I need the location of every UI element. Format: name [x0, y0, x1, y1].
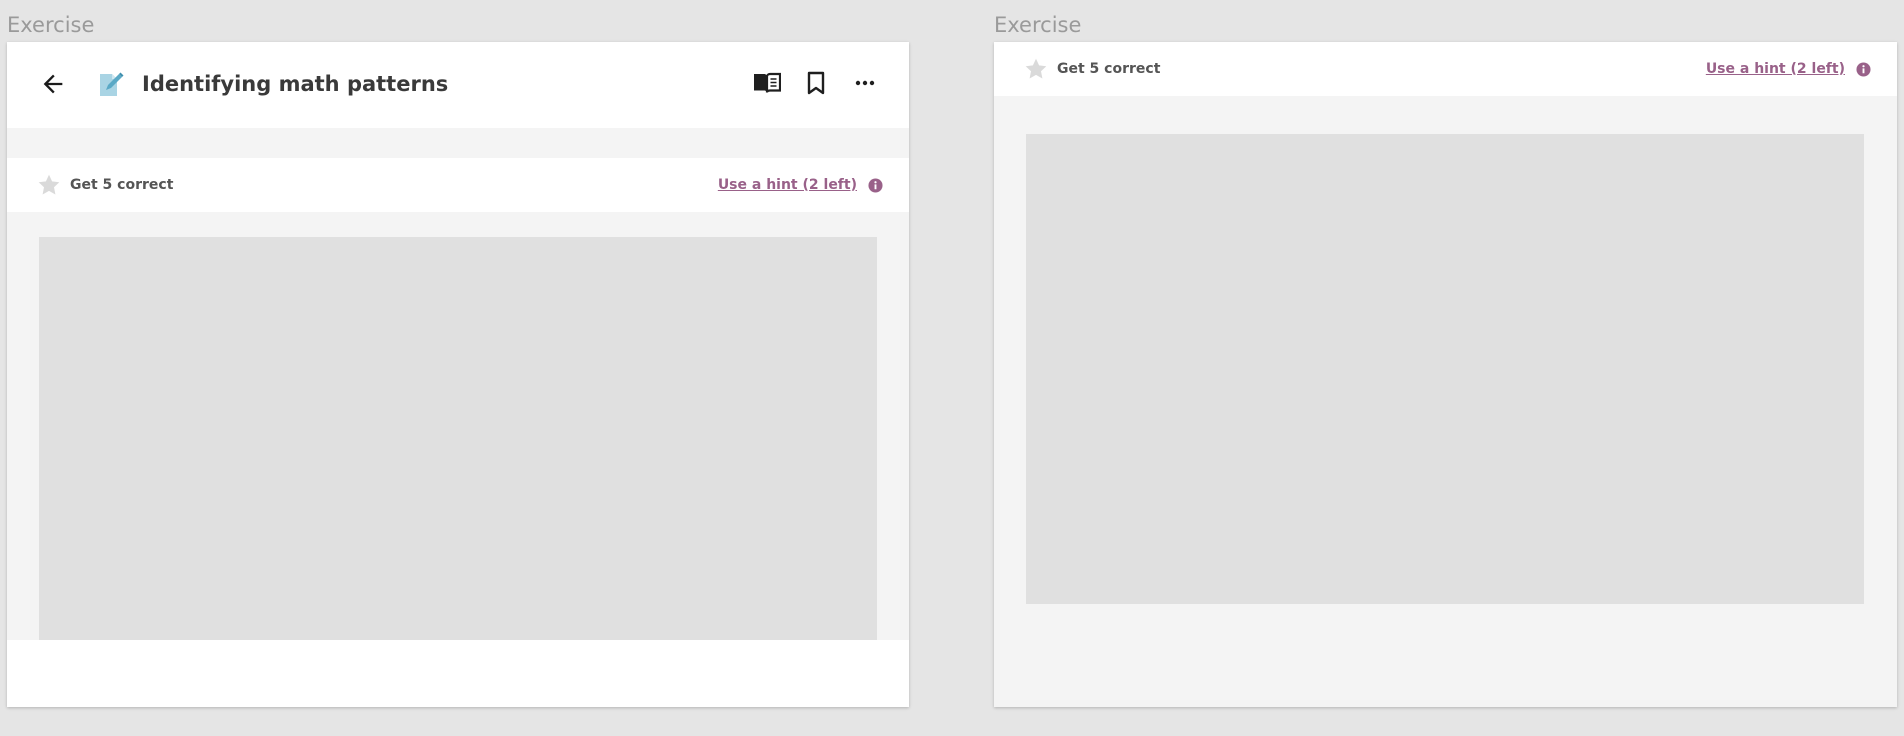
bottom-bar: [7, 640, 909, 707]
star-icon: [38, 174, 60, 195]
goal-text: Get 5 correct: [1057, 61, 1161, 77]
frame-label: Exercise: [7, 13, 95, 37]
use-hint-link[interactable]: Use a hint (2 left): [718, 176, 857, 194]
exercise-frame-compact: Get 5 correct Use a hint (2 left): [994, 42, 1897, 707]
info-icon[interactable]: [868, 178, 883, 193]
exercise-pencil-icon: [100, 72, 124, 96]
info-icon[interactable]: [1856, 62, 1871, 77]
mastery-status-bar: Get 5 correct Use a hint (2 left): [7, 158, 909, 212]
bookmark-button[interactable]: [799, 66, 833, 100]
resources-button[interactable]: [750, 66, 784, 100]
page-title: Identifying math patterns: [142, 72, 449, 96]
bookmark-icon: [807, 71, 825, 95]
question-placeholder: [1026, 134, 1864, 604]
question-placeholder: [39, 237, 877, 642]
app-bar: Identifying math patterns: [7, 42, 909, 128]
star-icon: [1025, 58, 1047, 79]
exercise-frame: Identifying math patterns Get 5 correct …: [7, 42, 909, 707]
use-hint-link[interactable]: Use a hint (2 left): [1706, 60, 1845, 78]
frame-label: Exercise: [994, 13, 1082, 37]
more-options-button[interactable]: [848, 66, 882, 100]
more-horizontal-icon: [855, 80, 875, 86]
mastery-status-bar: Get 5 correct Use a hint (2 left): [994, 42, 1897, 96]
back-button[interactable]: [37, 68, 69, 100]
book-resources-icon: [754, 72, 781, 93]
arrow-left-icon: [43, 74, 63, 94]
goal-text: Get 5 correct: [70, 177, 174, 193]
